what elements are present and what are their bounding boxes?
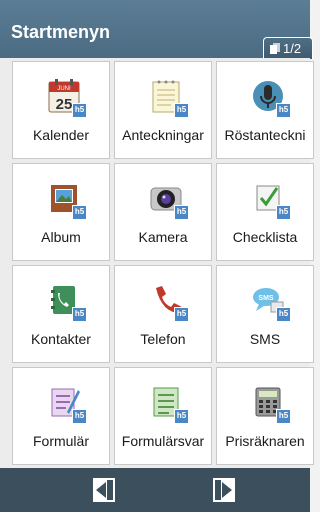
badge-holder: h5 bbox=[251, 384, 291, 424]
app-label: Telefon bbox=[140, 331, 186, 347]
app-tile-prisraknaren[interactable]: Prisräknaren h5 bbox=[216, 367, 314, 465]
badge-holder: h5 bbox=[251, 180, 291, 220]
badge-holder: h5 bbox=[149, 78, 189, 118]
app-label: Kontakter bbox=[31, 331, 91, 347]
app-grid: JUNI 25 Kalender h5 Anteckningar h5 Röst… bbox=[0, 58, 314, 468]
h5-badge-icon: h5 bbox=[72, 103, 87, 118]
badge-holder: h5 bbox=[251, 282, 291, 322]
app-tile-anteckningar[interactable]: Anteckningar h5 bbox=[114, 61, 212, 159]
h5-badge-icon: h5 bbox=[276, 307, 291, 322]
app-tile-kontakter[interactable]: Kontakter h5 bbox=[12, 265, 110, 363]
app-tile-formularsvar[interactable]: Formulärsvar h5 bbox=[114, 367, 212, 465]
arrow-right-icon[interactable] bbox=[213, 478, 235, 502]
app-tile-sms[interactable]: SMS SMS h5 bbox=[216, 265, 314, 363]
app-label: Album bbox=[41, 229, 81, 245]
app-label: Anteckningar bbox=[122, 127, 204, 143]
app-label: SMS bbox=[249, 331, 281, 347]
h5-badge-icon: h5 bbox=[72, 205, 87, 220]
app-tile-album[interactable]: Album h5 bbox=[12, 163, 110, 261]
h5-badge-icon: h5 bbox=[276, 205, 291, 220]
badge-holder: h5 bbox=[47, 180, 87, 220]
app-tile-formular[interactable]: Formulär h5 bbox=[12, 367, 110, 465]
badge-holder: h5 bbox=[47, 282, 87, 322]
page-indicator-text: 1/2 bbox=[283, 41, 302, 56]
h5-badge-icon: h5 bbox=[72, 409, 87, 424]
app-tile-checklista[interactable]: Checklista h5 bbox=[216, 163, 314, 261]
h5-badge-icon: h5 bbox=[174, 205, 189, 220]
h5-badge-icon: h5 bbox=[276, 103, 291, 118]
app-tile-telefon[interactable]: Telefon h5 bbox=[114, 265, 212, 363]
pages-icon bbox=[270, 43, 280, 54]
app-tile-rostanteckningar[interactable]: Röstanteckni h5 bbox=[216, 61, 314, 159]
arrow-left-icon[interactable] bbox=[93, 478, 115, 502]
page-title: Startmenyn bbox=[11, 22, 111, 42]
h5-badge-icon: h5 bbox=[174, 103, 189, 118]
app-label: Prisräknaren bbox=[225, 433, 305, 449]
header-bar: Startmenyn 1/2 bbox=[0, 0, 313, 59]
badge-holder: h5 bbox=[47, 384, 87, 424]
bottom-navigation-bar bbox=[0, 468, 310, 512]
badge-holder: h5 bbox=[149, 384, 189, 424]
app-tile-kamera[interactable]: Kamera h5 bbox=[114, 163, 212, 261]
app-label: Kalender bbox=[32, 127, 90, 143]
h5-badge-icon: h5 bbox=[72, 307, 87, 322]
badge-holder: h5 bbox=[47, 78, 87, 118]
badge-holder: h5 bbox=[251, 78, 291, 118]
badge-holder: h5 bbox=[149, 282, 189, 322]
page-indicator[interactable]: 1/2 bbox=[263, 37, 313, 59]
h5-badge-icon: h5 bbox=[276, 409, 291, 424]
badge-holder: h5 bbox=[149, 180, 189, 220]
app-label: Formulärsvar bbox=[121, 433, 205, 449]
app-tile-kalender[interactable]: JUNI 25 Kalender h5 bbox=[12, 61, 110, 159]
app-label: Röstanteckni bbox=[224, 127, 306, 143]
app-label: Checklista bbox=[232, 229, 298, 245]
app-label: Formulär bbox=[32, 433, 89, 449]
h5-badge-icon: h5 bbox=[174, 307, 189, 322]
h5-badge-icon: h5 bbox=[174, 409, 189, 424]
app-label: Kamera bbox=[138, 229, 188, 245]
